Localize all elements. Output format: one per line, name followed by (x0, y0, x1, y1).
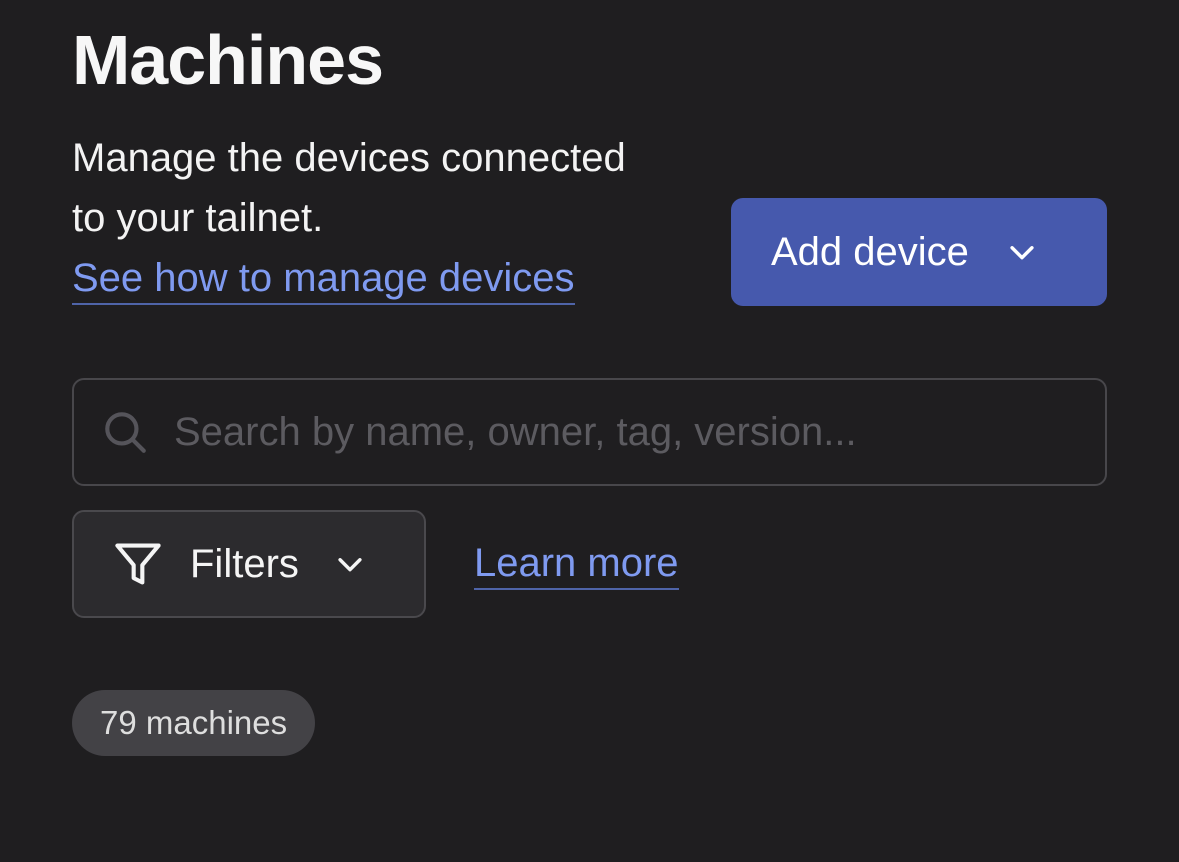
search-icon (105, 412, 146, 453)
machines-page: Machines Manage the devices connected to… (0, 0, 1179, 862)
description-line-2: to your tailnet. (72, 196, 324, 240)
page-description: Manage the devices connected to your tai… (72, 128, 712, 308)
filters-button[interactable]: Filters (72, 510, 426, 618)
filter-icon (115, 543, 161, 585)
search-input[interactable] (172, 408, 1105, 456)
search-box (72, 378, 1107, 486)
manage-devices-link[interactable]: See how to manage devices (72, 253, 575, 305)
description-line-1: Manage the devices connected (72, 136, 626, 180)
machine-count-badge: 79 machines (72, 690, 316, 756)
learn-more-link[interactable]: Learn more (474, 538, 679, 590)
chevron-down-icon (338, 558, 362, 572)
add-device-button[interactable]: Add device (731, 198, 1107, 306)
filters-label: Filters (190, 541, 299, 586)
chevron-down-icon (1010, 246, 1034, 260)
page-title: Machines (72, 21, 384, 99)
add-device-label: Add device (771, 229, 969, 274)
